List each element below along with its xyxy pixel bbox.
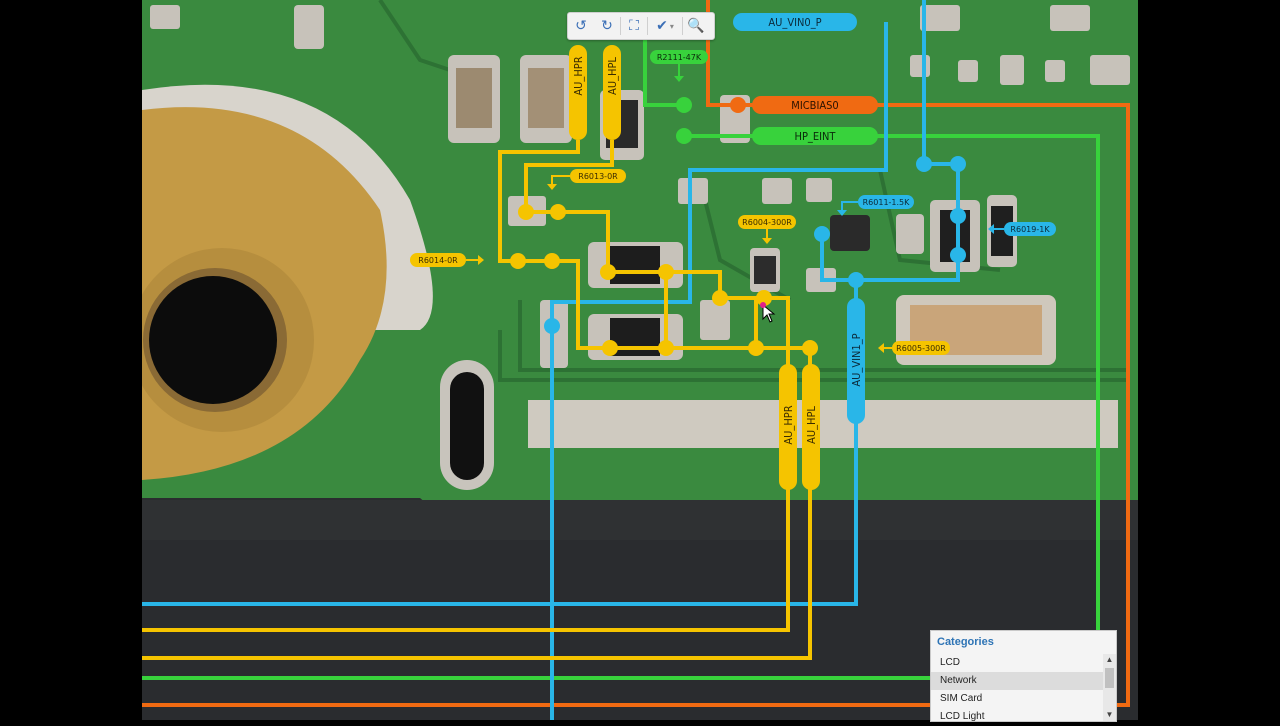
edge-contact-strip [528, 400, 1118, 448]
category-item-lcd[interactable]: LCD [931, 654, 1103, 672]
category-item-sim-card[interactable]: SIM Card [931, 690, 1103, 708]
categories-panel: Categories LCD Network SIM Card LCD Ligh… [930, 630, 1117, 722]
net-label-hp-eint: HP_EINT [795, 130, 837, 143]
slot-hole [450, 372, 484, 480]
net-label-au-hpl-bottom: AU_HPL [805, 406, 818, 444]
net-label-au-hpl-top: AU_HPL [606, 57, 619, 95]
categories-scrollbar[interactable]: ▲ ▼ [1103, 654, 1116, 721]
highlight-tool-icon[interactable]: ✔ ▾ [648, 14, 682, 38]
fit-screen-icon[interactable]: ⛶ [621, 14, 647, 38]
board-viewer[interactable]: AU_VIN0_P MICBIAS0 HP_EINT AU_HPR AU_HPL… [142, 0, 1138, 720]
scroll-up-icon[interactable]: ▲ [1103, 654, 1116, 666]
ref-label-r6011: R6011-1.5K [863, 198, 911, 207]
net-label-au-vin0-p: AU_VIN0_P [768, 16, 821, 29]
rotate-left-icon[interactable]: ↺ [568, 14, 594, 38]
ref-label-r6013: R6013-0R [578, 172, 618, 181]
categories-list: LCD Network SIM Card LCD Light [931, 654, 1103, 726]
search-icon[interactable]: 🔍 [683, 14, 709, 38]
ref-label-r6019: R6019-1K [1010, 225, 1050, 234]
categories-title: Categories [937, 636, 994, 648]
scroll-down-icon[interactable]: ▼ [1103, 709, 1116, 721]
ref-label-r6014: R6014-0R [418, 256, 458, 265]
net-label-au-hpr-bottom: AU_HPR [782, 405, 795, 444]
ref-label-r2111: R2111-47K [657, 53, 702, 62]
ref-label-r6005: R6005-300R [896, 344, 946, 353]
scrollbar-thumb[interactable] [1105, 668, 1114, 688]
view-toolbar: ↺ ↻ ⛶ ✔ ▾ 🔍 [567, 12, 715, 40]
net-label-au-vin1-p: AU_VIN1_P [850, 333, 863, 386]
right-black-margin [1138, 0, 1280, 720]
chevron-down-icon[interactable]: ▾ [670, 22, 674, 31]
category-item-lcd-light[interactable]: LCD Light [931, 708, 1103, 726]
category-item-network[interactable]: Network [931, 672, 1103, 690]
net-label-micbias0: MICBIAS0 [791, 99, 838, 112]
net-label-au-hpr-top: AU_HPR [572, 56, 585, 95]
mounting-hole [149, 276, 277, 404]
pcb-canvas[interactable]: AU_VIN0_P MICBIAS0 HP_EINT AU_HPR AU_HPL… [142, 0, 1138, 720]
rotate-right-icon[interactable]: ↻ [594, 14, 620, 38]
ref-label-r6004: R6004-300R [742, 218, 792, 227]
